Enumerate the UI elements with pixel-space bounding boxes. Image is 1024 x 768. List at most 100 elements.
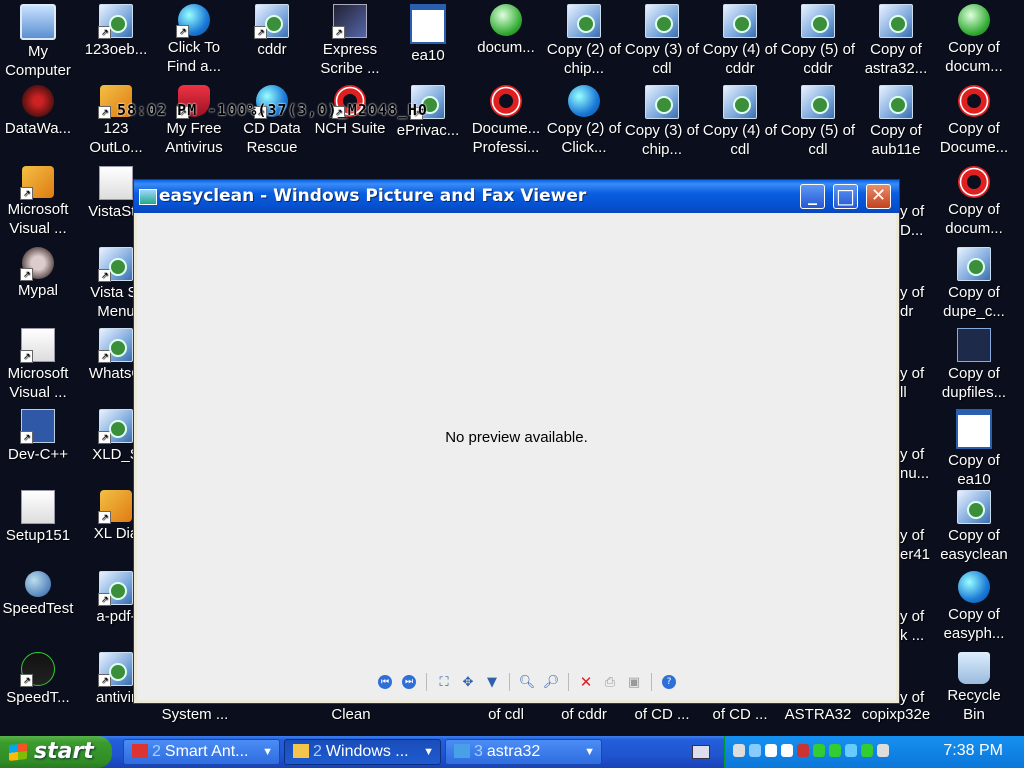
partial-icon-label[interactable]: System ... <box>156 705 234 724</box>
tray-app-icon[interactable] <box>797 744 809 757</box>
partial-icon-label[interactable]: dr <box>900 302 913 321</box>
partial-icon-label[interactable]: y of <box>900 526 924 545</box>
next-image-button[interactable]: ⏭ <box>399 672 419 692</box>
partial-icon-label[interactable]: of CD ... <box>623 705 701 724</box>
desktop-icon[interactable]: CD Data Rescue <box>233 85 311 157</box>
tray-app-icon[interactable] <box>781 744 793 757</box>
desktop-icon[interactable]: Copy of ea10 <box>935 409 1013 489</box>
windows-logo-icon <box>9 743 27 761</box>
partial-icon-label[interactable]: y of <box>900 202 924 221</box>
help-button[interactable]: ? <box>659 672 679 692</box>
desktop-icon[interactable]: 123oeb... <box>77 4 155 59</box>
keyboard-icon[interactable] <box>692 745 710 759</box>
desktop-icon[interactable]: Recycle Bin <box>935 652 1013 724</box>
desktop-icon[interactable]: Copy of aub11e <box>857 85 935 159</box>
desktop-icon[interactable]: Copy of Docume... <box>935 85 1013 157</box>
desktop-icon[interactable]: Copy of dupe_c... <box>935 247 1013 321</box>
previous-image-button[interactable]: ⏮ <box>375 672 395 692</box>
desktop-icon[interactable]: Mypal <box>0 247 77 300</box>
desktop-icon[interactable]: 123 OutLo... <box>77 85 155 157</box>
desktop-icon[interactable]: Copy (3) of cdl <box>623 4 701 78</box>
desktop-icon[interactable]: Dev-C++ <box>0 409 77 464</box>
partial-icon-label[interactable]: of cddr <box>545 705 623 724</box>
desktop-icon[interactable]: Copy of docum... <box>935 4 1013 76</box>
zoom-out-button[interactable]: 🔎︎ <box>541 672 561 692</box>
desktop-icon[interactable]: Copy (3) of chip... <box>623 85 701 159</box>
start-button[interactable]: start <box>0 736 112 768</box>
desktop-icon[interactable]: Copy (5) of cdl <box>779 85 857 159</box>
desktop-icon[interactable]: Copy (4) of cdl <box>701 85 779 159</box>
tray-app-icon[interactable] <box>813 744 825 757</box>
desktop-icon-label: 123oeb... <box>84 41 148 58</box>
desktop-icon[interactable]: Copy of docum... <box>935 166 1013 238</box>
taskbar-group-button[interactable]: 2 Windows ... ▼ <box>284 739 441 765</box>
delete-button[interactable]: ✕ <box>576 672 596 692</box>
best-fit-button[interactable]: ⛶ <box>434 672 454 692</box>
picture-viewer-app-icon[interactable] <box>139 189 157 205</box>
desktop-icon[interactable]: Copy (2) of Click... <box>545 85 623 157</box>
desktop-icon[interactable]: cddr <box>233 4 311 59</box>
desktop-icon[interactable]: DataWa... <box>0 85 77 138</box>
partial-icon-label[interactable]: of cdl <box>467 705 545 724</box>
close-button[interactable]: ✕ <box>866 184 891 209</box>
desktop-icon-label: Copy of easyclean <box>940 527 1008 563</box>
actual-size-button[interactable]: ✥ <box>458 672 478 692</box>
tray-app-icon[interactable] <box>749 744 761 757</box>
partial-icon-label[interactable]: ll <box>900 383 907 402</box>
partial-icon-label[interactable]: y of <box>900 607 924 626</box>
tray-app-icon[interactable] <box>877 744 889 757</box>
print-button[interactable]: ⎙ <box>600 672 620 692</box>
desktop-icon-label: Copy of Docume... <box>939 120 1009 156</box>
partial-icon-label[interactable]: D... <box>900 221 923 240</box>
desktop-icon[interactable]: Express Scribe ... <box>311 4 389 78</box>
partial-icon-label[interactable]: of CD ... <box>701 705 779 724</box>
setup-icon <box>98 652 133 687</box>
partial-icon-label[interactable]: nu... <box>900 464 929 483</box>
tray-app-icon[interactable] <box>733 744 745 757</box>
desktop-icon[interactable]: Docume... Professi... <box>467 85 545 157</box>
zoom-in-button[interactable]: 🔍︎ <box>517 672 537 692</box>
desktop-icon[interactable]: My Free Antivirus <box>155 85 233 157</box>
desktop-icon[interactable]: Copy (4) of cddr <box>701 4 779 78</box>
partial-icon-label[interactable]: y of <box>900 364 924 383</box>
desktop-icon[interactable]: Copy (5) of cddr <box>779 4 857 78</box>
minimize-button[interactable]: _ <box>800 184 825 209</box>
slideshow-button[interactable]: ▼ <box>482 672 502 692</box>
desktop-icon[interactable]: SpeedTest <box>0 571 77 618</box>
desktop-icon[interactable]: ea10 <box>389 4 467 65</box>
desktop-icon[interactable]: Microsoft Visual ... <box>0 166 77 238</box>
clock[interactable]: 7:38 PM <box>943 742 1003 760</box>
tray-app-icon[interactable] <box>861 744 873 757</box>
desktop-icon[interactable]: Click To Find a... <box>155 4 233 76</box>
partial-icon-label[interactable]: copixp32e <box>857 705 935 724</box>
partial-icon-label[interactable]: ASTRA32 <box>779 705 857 724</box>
partial-icon-label[interactable]: Clean <box>312 705 390 724</box>
desktop-icon[interactable]: Copy of astra32... <box>857 4 935 78</box>
dev-icon <box>20 409 55 444</box>
maximize-button[interactable]: □ <box>833 184 858 209</box>
taskbar-group-button[interactable]: 2 Smart Ant... ▼ <box>123 739 280 765</box>
chevron-down-icon: ▼ <box>423 746 434 758</box>
desktop-icon[interactable]: Setup151 <box>0 490 77 545</box>
desktop-icon[interactable]: SpeedT... <box>0 652 77 707</box>
window-title: easyclean - Windows Picture and Fax View… <box>159 186 587 206</box>
window-titlebar[interactable]: easyclean - Windows Picture and Fax View… <box>134 180 899 213</box>
tray-app-icon[interactable] <box>829 744 841 757</box>
copy-to-button[interactable]: ▣ <box>624 672 644 692</box>
desktop-icon[interactable]: Copy of easyclean <box>935 490 1013 564</box>
partial-icon-label[interactable]: y of <box>900 283 924 302</box>
desktop-icon[interactable]: docum... <box>467 4 545 57</box>
desktop-icon[interactable]: Microsoft Visual ... <box>0 328 77 402</box>
partial-icon-label[interactable]: y of <box>900 445 924 464</box>
partial-icon-label[interactable]: er41 <box>900 545 930 564</box>
partial-icon-label[interactable]: k ... <box>900 626 924 645</box>
blue-icon <box>568 85 600 117</box>
tray-app-icon[interactable] <box>765 744 777 757</box>
taskbar-group-button[interactable]: 3 astra32 ▼ <box>445 739 602 765</box>
desktop-icon[interactable]: My Computer <box>0 4 77 80</box>
tray-app-icon[interactable] <box>845 744 857 757</box>
taskbar: start 2 Smart Ant... ▼ 2 Windows ... ▼ 3 astra3… <box>0 736 1024 768</box>
desktop-icon[interactable]: Copy of easyph... <box>935 571 1013 643</box>
desktop-icon[interactable]: Copy (2) of chip... <box>545 4 623 78</box>
desktop-icon[interactable]: Copy of dupfiles... <box>935 328 1013 402</box>
